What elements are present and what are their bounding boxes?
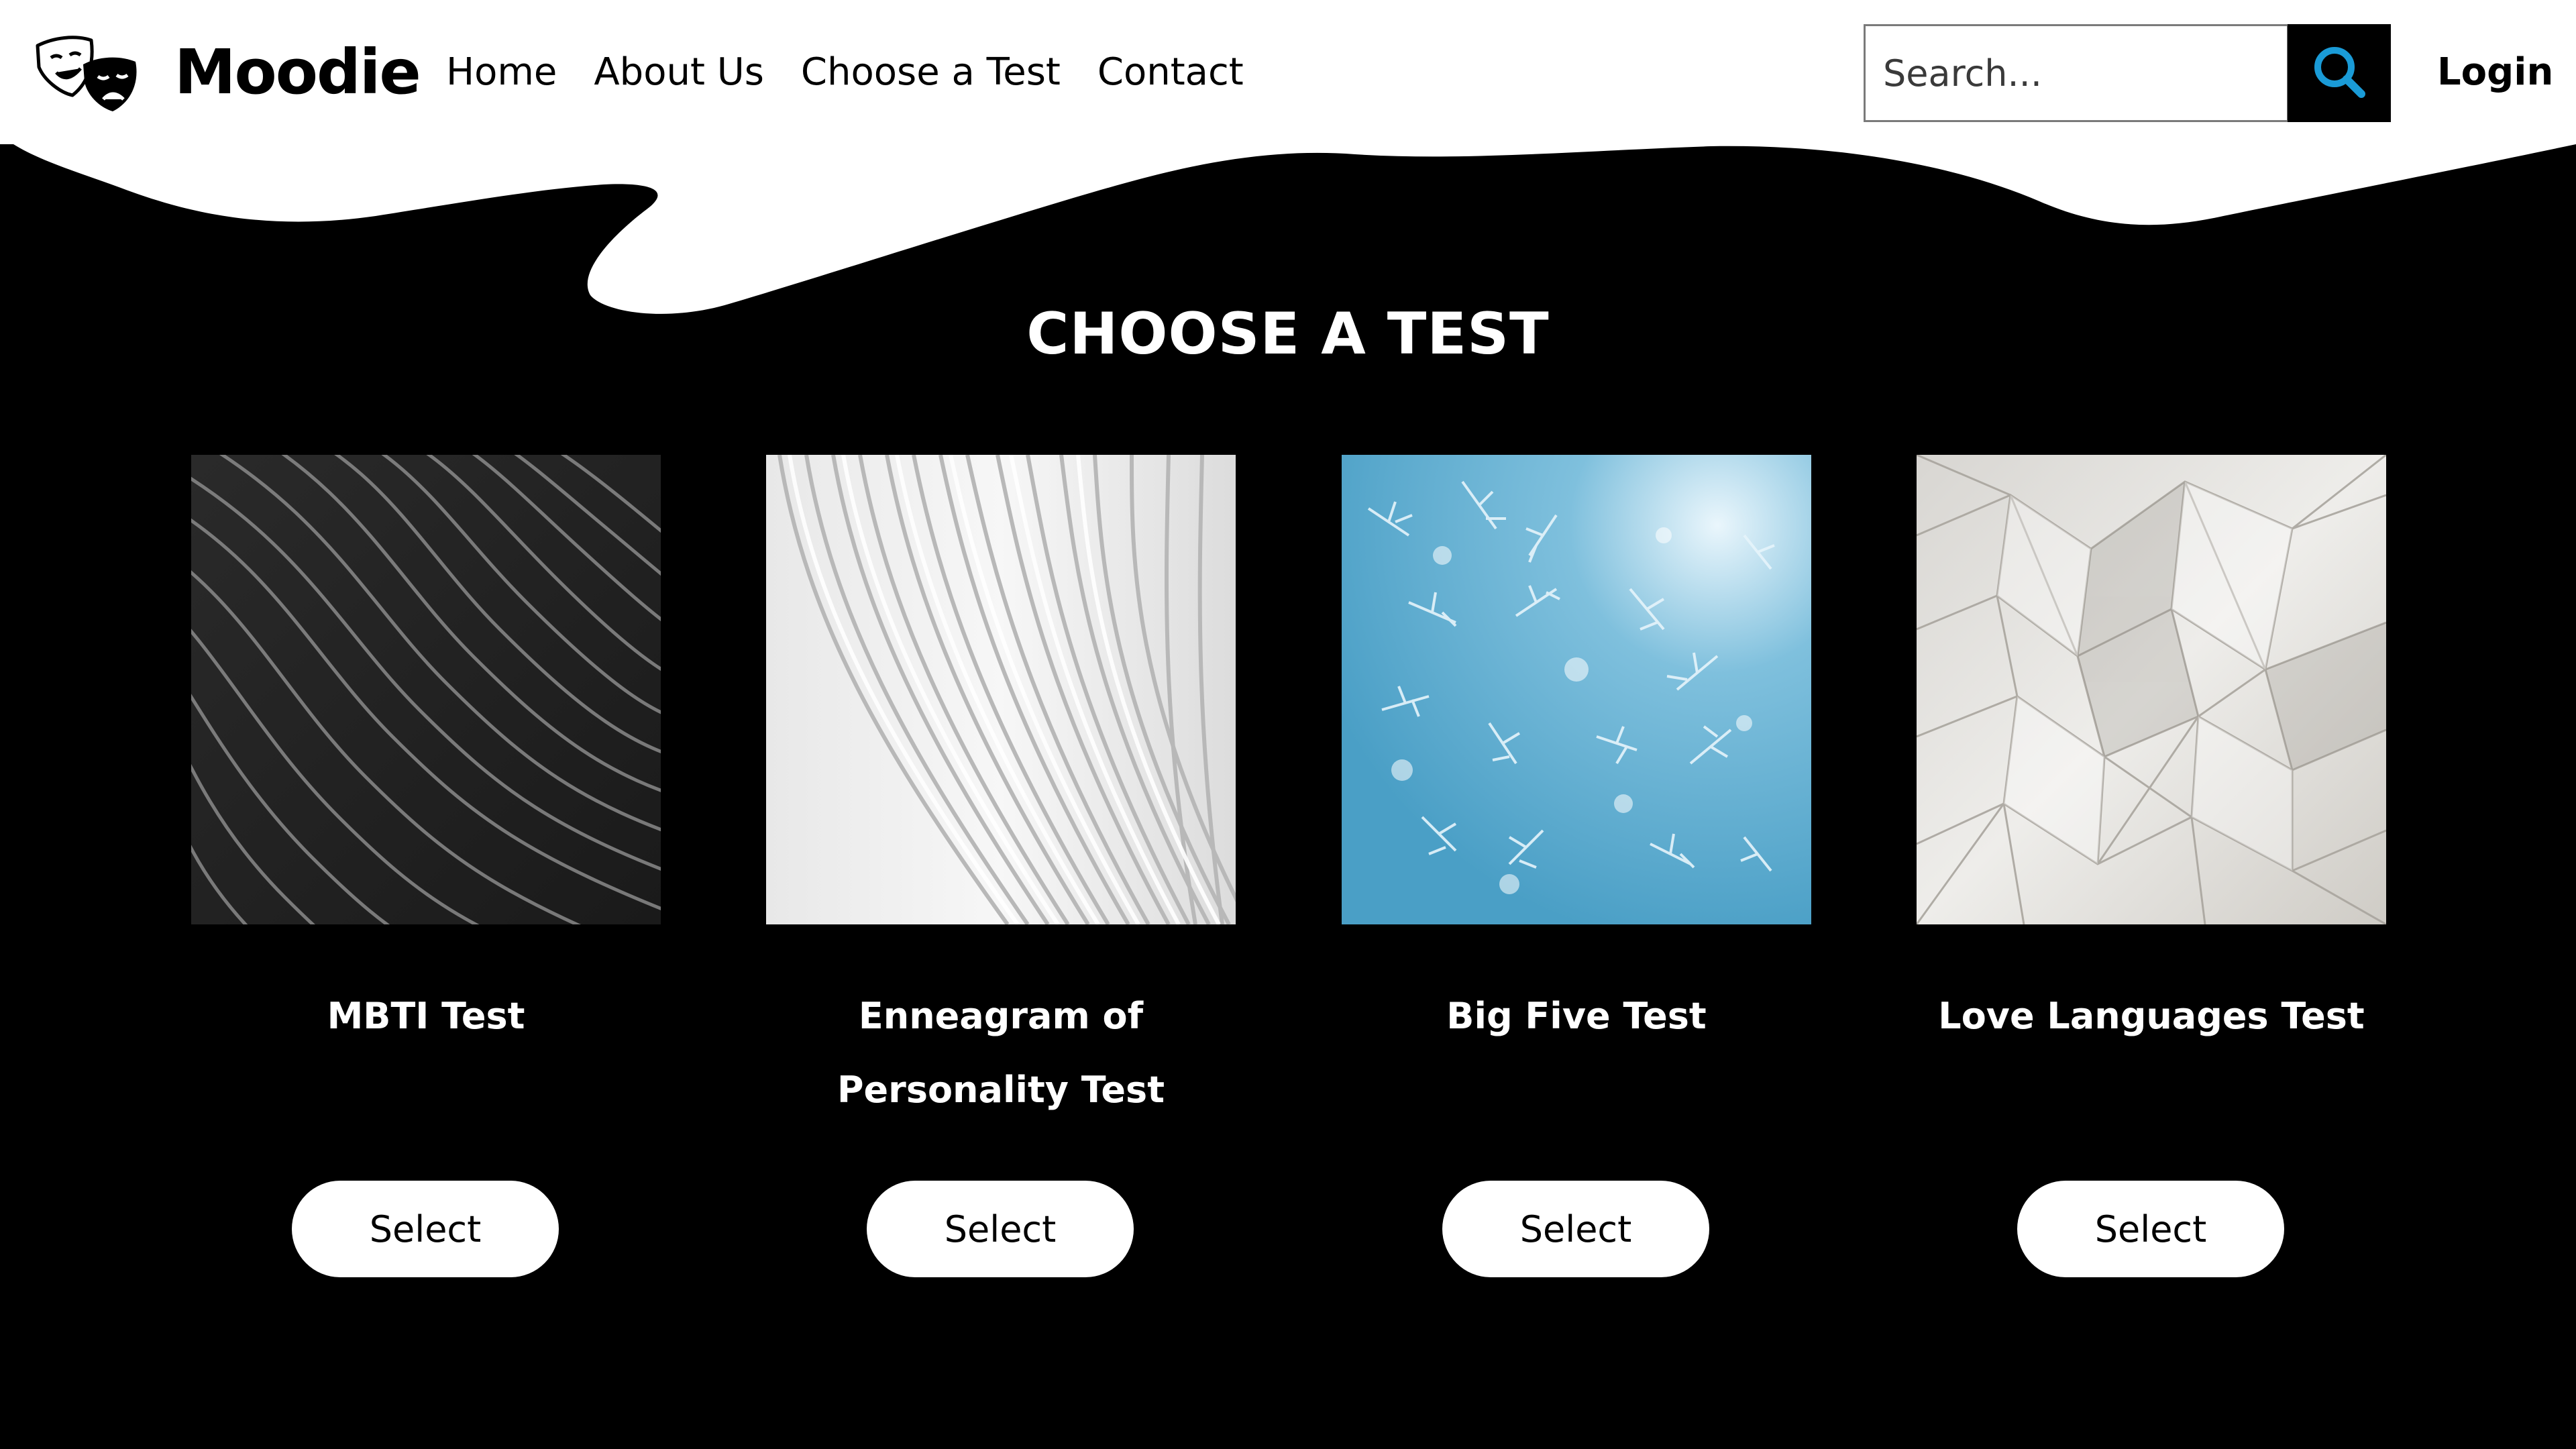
page: Moodie Home About Us Choose a Test Conta… [0, 0, 2576, 1449]
card-title: Big Five Test [1446, 995, 1707, 1037]
page-title: CHOOSE A TEST [1026, 300, 1550, 368]
select-button-mbti[interactable]: Select [292, 1181, 559, 1277]
select-button-love-languages[interactable]: Select [2017, 1181, 2284, 1277]
card-image-blue-frost [1342, 455, 1811, 924]
nav-link-choose-a-test[interactable]: Choose a Test [801, 46, 1061, 99]
search-input[interactable] [1883, 40, 2272, 107]
card-title: Love Languages Test [1938, 995, 2365, 1037]
login-link[interactable]: Login [2437, 46, 2553, 99]
select-button-big-five[interactable]: Select [1442, 1181, 1709, 1277]
search-button[interactable] [2288, 24, 2391, 122]
nav-link-home[interactable]: Home [446, 46, 557, 99]
card-title: MBTI Test [327, 995, 525, 1037]
nav-link-about-us[interactable]: About Us [594, 46, 764, 99]
card-image-crumpled-paper [1917, 455, 2386, 924]
brand-name[interactable]: Moodie [174, 32, 421, 113]
search-icon [2309, 42, 2369, 105]
theater-masks-icon[interactable] [34, 34, 141, 113]
top-nav: Moodie Home About Us Choose a Test Conta… [0, 0, 2576, 144]
nav-links: Home About Us Choose a Test Contact [446, 46, 1244, 99]
card-title: Enneagram of Personality Test [837, 995, 1165, 1111]
nav-link-contact[interactable]: Contact [1097, 46, 1244, 99]
select-button-enneagram[interactable]: Select [867, 1181, 1134, 1277]
search-box [1864, 24, 2289, 122]
card-image-dark-wavy-lines [191, 455, 661, 924]
card-image-white-curved-ribs [766, 455, 1236, 924]
